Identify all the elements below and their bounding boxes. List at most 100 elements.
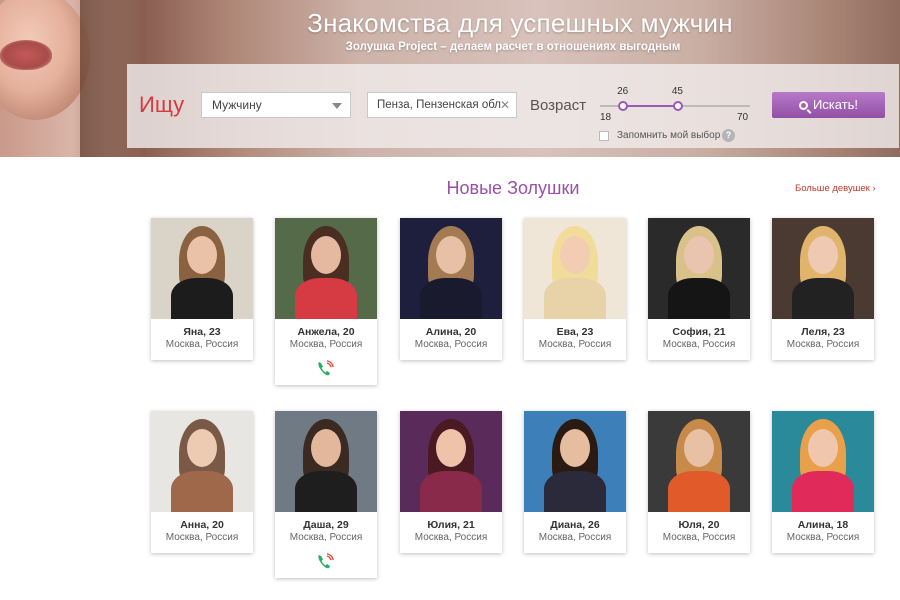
help-icon[interactable]: ?	[722, 129, 735, 142]
profile-photo-body	[420, 278, 482, 319]
clear-city-icon[interactable]: ✕	[500, 98, 510, 112]
hero-banner: Знакомства для успешных мужчин Золушка P…	[0, 0, 900, 157]
profile-name[interactable]: Яна, 23	[151, 326, 253, 338]
profile-photo[interactable]	[400, 218, 502, 319]
profile-location: Москва, Россия	[289, 339, 363, 350]
profile-card[interactable]: Алина, 20 Москва, Россия	[400, 218, 502, 360]
search-icon	[798, 101, 808, 110]
profile-photo-body	[171, 278, 233, 319]
age-from-handle[interactable]	[618, 101, 629, 111]
age-to-value: 45	[671, 86, 683, 97]
profile-photo-face	[684, 429, 714, 467]
profile-photo[interactable]	[772, 218, 874, 319]
profile-photo-face	[187, 236, 217, 274]
profile-photo-face	[808, 236, 838, 274]
profile-photo[interactable]	[275, 218, 377, 319]
profile-location: Москва, Россия	[165, 532, 239, 543]
remember-label: Запомнить мой выбор	[617, 130, 721, 141]
profile-photo-body	[420, 471, 482, 512]
profile-location: Москва, Россия	[786, 532, 860, 543]
profile-name[interactable]: Анжела, 20	[275, 326, 377, 338]
profile-card[interactable]: София, 21 Москва, Россия	[648, 218, 750, 360]
hero-subtitle: Золушка Project – делаем расчет в отноше…	[345, 41, 681, 53]
profile-photo[interactable]	[524, 218, 626, 319]
profile-photo-face	[684, 236, 714, 274]
profile-name[interactable]: Анна, 20	[151, 519, 253, 531]
profile-photo[interactable]	[772, 411, 874, 512]
profile-photo[interactable]	[524, 411, 626, 512]
profile-card[interactable]: Анна, 20 Москва, Россия	[151, 411, 253, 553]
profile-photo-body	[544, 471, 606, 512]
profile-name[interactable]: Ева, 23	[524, 326, 626, 338]
profile-photo-body	[792, 471, 854, 512]
profile-photo-face	[808, 429, 838, 467]
profile-name[interactable]: Алина, 20	[400, 326, 502, 338]
profile-location: Москва, Россия	[662, 339, 736, 350]
profile-photo-face	[436, 429, 466, 467]
profile-location: Москва, Россия	[165, 339, 239, 350]
profile-name[interactable]: Юлия, 21	[400, 519, 502, 531]
profile-location: Москва, Россия	[538, 339, 612, 350]
profile-photo[interactable]	[275, 411, 377, 512]
profile-location: Москва, Россия	[289, 532, 363, 543]
profile-photo-face	[187, 429, 217, 467]
profile-photo-body	[668, 278, 730, 319]
profile-name[interactable]: Даша, 29	[275, 519, 377, 531]
profile-location: Москва, Россия	[414, 532, 488, 543]
age-from-value: 26	[617, 86, 629, 97]
profile-card[interactable]: Ева, 23 Москва, Россия	[524, 218, 626, 360]
profile-photo-face	[560, 429, 590, 467]
profile-photo[interactable]	[400, 411, 502, 512]
profile-photo[interactable]	[648, 218, 750, 319]
profile-name[interactable]: Алина, 18	[772, 519, 874, 531]
remember-checkbox[interactable]	[599, 131, 609, 141]
profile-name[interactable]: Леля, 23	[772, 326, 874, 338]
profile-card[interactable]: Леля, 23 Москва, Россия	[772, 218, 874, 360]
profile-card[interactable]: Юлия, 21 Москва, Россия	[400, 411, 502, 553]
search-button-label: Искать!	[812, 97, 859, 112]
profile-location: Москва, Россия	[786, 339, 860, 350]
profile-photo-body	[171, 471, 233, 512]
more-girls-link[interactable]: Больше девушек ›	[795, 183, 876, 194]
gender-select[interactable]: Мужчину	[201, 92, 351, 118]
profile-photo-face	[311, 236, 341, 274]
profile-photo-face	[311, 429, 341, 467]
phone-icon[interactable]	[315, 553, 335, 571]
profile-name[interactable]: Диана, 26	[524, 519, 626, 531]
profile-name[interactable]: Юля, 20	[648, 519, 750, 531]
profile-name[interactable]: София, 21	[648, 326, 750, 338]
profile-card[interactable]: Алина, 18 Москва, Россия	[772, 411, 874, 553]
profile-photo-face	[436, 236, 466, 274]
section-title: Новые Золушки	[446, 178, 580, 198]
profile-location: Москва, Россия	[662, 532, 736, 543]
age-slider-range	[623, 105, 678, 107]
profile-photo[interactable]	[648, 411, 750, 512]
profile-card[interactable]: Яна, 23 Москва, Россия	[151, 218, 253, 360]
age-to-handle[interactable]	[672, 101, 683, 111]
profile-photo-body	[668, 471, 730, 512]
profile-card[interactable]: Анжела, 20 Москва, Россия	[275, 218, 377, 385]
gender-select-value: Мужчину	[212, 98, 262, 112]
profile-photo-body	[295, 471, 357, 512]
profile-photo-body	[544, 278, 606, 319]
search-button[interactable]: Искать!	[772, 92, 885, 118]
hero-title: Знакомства для успешных мужчин	[307, 8, 733, 38]
age-range-max: 70	[737, 112, 749, 123]
profile-card[interactable]: Юля, 20 Москва, Россия	[648, 411, 750, 553]
age-label: Возраст	[530, 97, 587, 114]
profile-photo-face	[560, 236, 590, 274]
profile-location: Москва, Россия	[414, 339, 488, 350]
profile-photo-body	[792, 278, 854, 319]
profile-photo[interactable]	[151, 218, 253, 319]
city-input-value: Пенза, Пензенская обл	[377, 99, 502, 111]
profile-photo-body	[295, 278, 357, 319]
search-panel: Ищу Мужчину Пенза, Пензенская обл ✕ Возр…	[127, 64, 899, 148]
profile-photo[interactable]	[151, 411, 253, 512]
phone-icon[interactable]	[315, 360, 335, 378]
age-range-min: 18	[600, 112, 612, 123]
profile-card[interactable]: Даша, 29 Москва, Россия	[275, 411, 377, 578]
chevron-down-icon	[332, 103, 342, 109]
profile-location: Москва, Россия	[538, 532, 612, 543]
city-input[interactable]: Пенза, Пензенская обл ✕	[367, 92, 517, 118]
profile-card[interactable]: Диана, 26 Москва, Россия	[524, 411, 626, 553]
